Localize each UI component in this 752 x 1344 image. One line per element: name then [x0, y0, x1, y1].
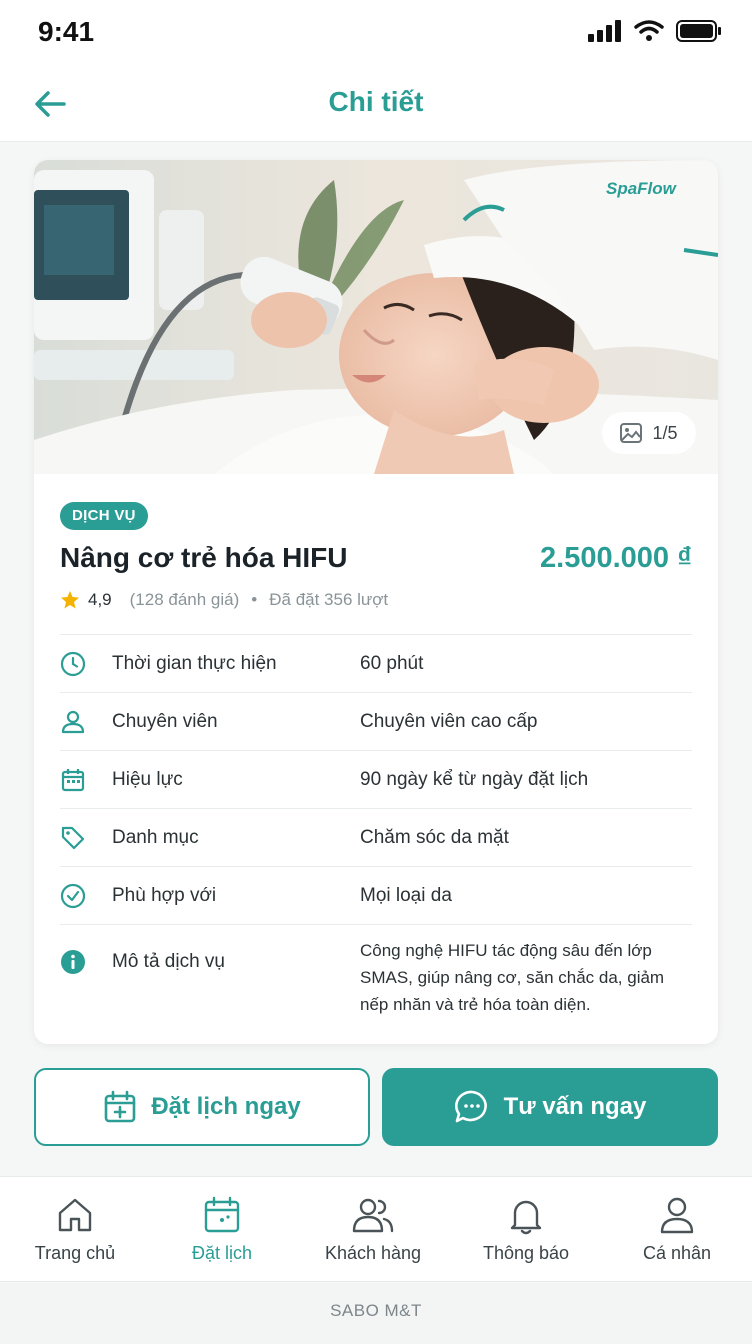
detail-value: Chuyên viên cao cấp [360, 711, 538, 732]
detail-row-duration: Thời gian thực hiện 60 phút [60, 634, 692, 692]
calendar-icon [204, 1196, 240, 1233]
review-count[interactable]: (128 đánh giá) [130, 590, 240, 610]
detail-label: Chuyên viên [112, 710, 218, 732]
detail-row-validity: Hiệu lực 90 ngày kể từ ngày đặt lịch [60, 750, 692, 808]
nav-item-notifications[interactable]: Thông báo [451, 1177, 601, 1283]
nav-item-profile[interactable]: Cá nhân [602, 1177, 752, 1283]
app-header: Chi tiết [0, 64, 752, 142]
users-icon [352, 1198, 394, 1233]
status-bar: 9:41 [0, 0, 752, 64]
tag-icon [61, 826, 85, 849]
book-now-label: Đặt lịch ngay [151, 1093, 301, 1120]
detail-label: Danh mục [112, 826, 199, 848]
nav-label: Thông báo [482, 1243, 570, 1263]
consult-now-label: Tư vấn ngay [503, 1093, 647, 1120]
wifi-icon [634, 20, 664, 41]
bell-icon [510, 1200, 542, 1235]
signal-icon [588, 20, 621, 42]
service-price: 2.500.000 ₫ [540, 542, 692, 574]
service-details: Thời gian thực hiện 60 phút Chuyên viên … [60, 634, 692, 1022]
detail-value: Công nghệ HIFU tác động sâu đến lớp SMAS… [360, 941, 665, 1014]
clock-icon [60, 651, 86, 676]
detail-label: Thời gian thực hiện [112, 652, 277, 674]
detail-label: Phù hợp với [112, 884, 217, 906]
page-title: Chi tiết [328, 86, 424, 117]
service-image[interactable]: SpaFlow 1/5 [34, 160, 718, 474]
detail-value: Chăm sóc da mặt [360, 827, 509, 848]
status-time: 9:41 [38, 16, 95, 47]
nav-label: Đặt lịch [191, 1243, 253, 1263]
detail-value: Mọi loại da [360, 885, 452, 906]
category-badge: DỊCH VỤ [60, 502, 148, 530]
person-icon [660, 1197, 694, 1234]
brand-logo-text: SpaFlow [606, 179, 678, 198]
info-icon [61, 950, 85, 974]
image-counter-text: 1/5 [652, 422, 678, 443]
detail-row-description: Mô tả dịch vụ Công nghệ HIFU tác động sâ… [60, 924, 692, 1022]
user-icon [61, 710, 85, 733]
detail-row-specialist: Chuyên viên Chuyên viên cao cấp [60, 692, 692, 750]
nav-label: Khách hàng [324, 1243, 422, 1263]
rating-row: 4,9 (128 đánh giá) • Đã đặt 356 lượt [60, 590, 388, 610]
detail-row-suitable: Phù hợp với Mọi loại da [60, 866, 692, 924]
consult-now-button[interactable]: Tư vấn ngay [382, 1068, 718, 1146]
image-counter[interactable]: 1/5 [602, 412, 696, 454]
nav-item-customers[interactable]: Khách hàng [298, 1177, 448, 1283]
nav-label: Trang chủ [34, 1243, 116, 1263]
book-now-button[interactable]: Đặt lịch ngay [34, 1068, 370, 1146]
detail-label: Mô tả dịch vụ [112, 951, 225, 972]
detail-row-category: Danh mục Chăm sóc da mặt [60, 808, 692, 866]
battery-icon [676, 20, 721, 42]
rating-value: 4,9 [88, 590, 112, 609]
nav-label: Cá nhân [642, 1243, 712, 1263]
check-circle-icon [60, 883, 86, 908]
footer-brand: SABO M&T [0, 1283, 752, 1344]
detail-value: 60 phút [360, 653, 424, 674]
nav-item-home[interactable]: Trang chủ [0, 1177, 150, 1283]
bottom-nav: Trang chủ Đặt lịch Khách hàng Thông báo … [0, 1176, 752, 1282]
gallery-icon [620, 423, 643, 443]
detail-value: 90 ngày kể từ ngày đặt lịch [360, 769, 589, 790]
separator-dot: • [251, 590, 258, 609]
chat-icon [454, 1090, 487, 1123]
service-name: Nâng cơ trẻ hóa HIFU [60, 542, 348, 573]
calendar-add-icon [105, 1090, 136, 1123]
calendar-icon [61, 768, 85, 791]
nav-item-booking[interactable]: Đặt lịch [147, 1177, 297, 1283]
service-card: SpaFlow 1/5 DỊCH VỤ Nâng cơ trẻ hóa HIFU… [34, 160, 718, 1044]
detail-label: Hiệu lực [112, 768, 183, 790]
home-icon [58, 1198, 92, 1232]
booked-count: Đã đặt 356 lượt [269, 590, 389, 609]
star-icon [61, 591, 79, 609]
